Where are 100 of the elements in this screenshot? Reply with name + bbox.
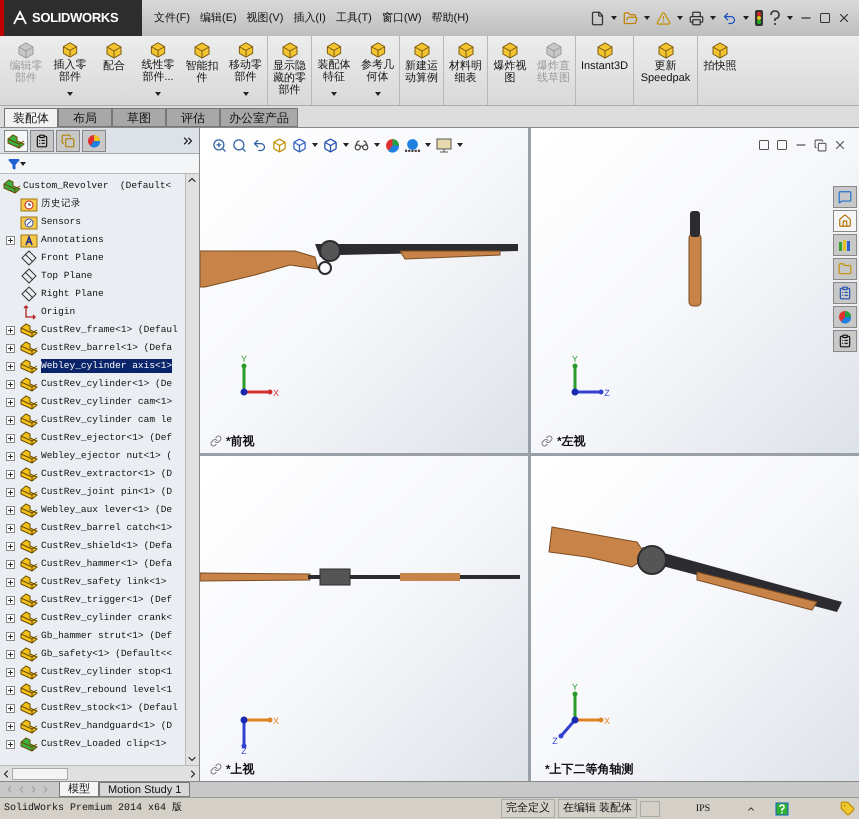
tree-item[interactable]: Right Plane (41, 286, 104, 302)
tree-item[interactable]: CustRev_handguard<1> (D (41, 718, 172, 734)
expand-box-icon[interactable] (6, 560, 14, 568)
help-icon[interactable] (775, 802, 789, 816)
tree-item[interactable]: 历史记录 (41, 196, 81, 212)
viewport[interactable]: Y X *前视 (200, 128, 528, 453)
expand-box-icon[interactable] (6, 740, 14, 748)
viewport[interactable]: Y Z *左视 (531, 128, 859, 453)
expand-box-icon[interactable] (6, 398, 14, 406)
toolbar-button[interactable]: 线性零部件... (136, 36, 180, 105)
tree-item[interactable]: CustRev_Loaded clip<1> (41, 736, 166, 752)
tree-item[interactable]: Origin (41, 304, 76, 320)
command-tab[interactable]: 评估 (166, 108, 220, 127)
expand-box-icon[interactable] (6, 578, 14, 586)
toolbar-button[interactable]: 拍快照 (698, 36, 742, 105)
search-icon[interactable] (232, 138, 247, 152)
expand-box-icon[interactable] (6, 344, 14, 352)
expand-box-icon[interactable] (6, 596, 14, 604)
toolbar-button[interactable]: Instant3D (576, 36, 634, 105)
tree-item[interactable]: CustRev_frame<1> (Defaul (41, 322, 178, 338)
tree-item[interactable]: CustRev_cylinder cam le (41, 412, 172, 428)
tree-item[interactable]: Annotations (41, 232, 104, 248)
tree-item[interactable]: Webley_ejector nut<1> ( (41, 448, 172, 464)
toolbar-button[interactable]: 配合 (92, 36, 136, 105)
tree-item[interactable]: CustRev_cylinder<1> (De (41, 376, 172, 392)
bottom-tab[interactable]: Motion Study 1 (99, 782, 190, 797)
filter-icon[interactable] (8, 158, 20, 170)
monitor-icon[interactable] (436, 138, 452, 152)
toolbar-button[interactable]: 装配体特征 (312, 36, 356, 105)
expand-box-icon[interactable] (6, 488, 14, 496)
menu-item[interactable]: 插入(I) (293, 10, 326, 26)
tree-item[interactable]: CustRev_cylinder stop<1 (41, 664, 172, 680)
color-ball-icon[interactable] (385, 138, 400, 152)
expand-box-icon[interactable] (6, 362, 14, 370)
menu-item[interactable]: 视图(V) (246, 10, 284, 26)
restore-icon[interactable] (814, 138, 827, 152)
expand-box-icon[interactable] (6, 704, 14, 712)
help-icon[interactable] (769, 10, 781, 26)
tree-item[interactable]: Sensors (41, 214, 81, 230)
expand-box-icon[interactable] (6, 722, 14, 730)
task-pane-tab[interactable] (833, 330, 857, 352)
viewport[interactable]: Y X Z *上下二等角轴测 (531, 456, 859, 781)
menu-item[interactable]: 文件(F) (154, 10, 190, 26)
tile-left-icon[interactable] (758, 139, 770, 151)
tree-item[interactable]: CustRev_hammer<1> (Defa (41, 556, 172, 572)
tree-item[interactable]: Webley_aux lever<1> (De (41, 502, 172, 518)
expand-box-icon[interactable] (6, 326, 14, 334)
zoom-icon[interactable] (212, 138, 227, 152)
toolbar-button[interactable]: 新建运动算例 (400, 36, 444, 105)
horizontal-scrollbar[interactable] (0, 765, 199, 781)
tree-item[interactable]: CustRev_rebound level<1 (41, 682, 172, 698)
appearance-tab[interactable] (82, 130, 106, 152)
tree-item[interactable]: CustRev_ejector<1> (Def (41, 430, 172, 446)
expand-box-icon[interactable] (6, 650, 14, 658)
feature-tree-tab[interactable] (4, 130, 28, 152)
toolbar-button[interactable]: 参考几何体 (356, 36, 400, 105)
expand-box-icon[interactable] (6, 452, 14, 460)
command-tab[interactable]: 办公室产品 (220, 108, 298, 127)
print-icon[interactable] (689, 10, 704, 26)
undo-icon[interactable] (722, 10, 737, 26)
toolbar-button[interactable]: 智能扣件 (180, 36, 224, 105)
tree-item[interactable]: CustRev_safety link<1> (41, 574, 166, 590)
menu-item[interactable]: 工具(T) (336, 10, 372, 26)
tile-right-icon[interactable] (776, 139, 788, 151)
expand-box-icon[interactable] (6, 542, 14, 550)
tree-item[interactable]: CustRev_trigger<1> (Def (41, 592, 172, 608)
command-tab[interactable]: 装配体 (4, 108, 58, 127)
expand-box-icon[interactable] (6, 236, 14, 244)
property-tab[interactable] (30, 130, 54, 152)
tree-item[interactable]: CustRev_stock<1> (Defaul (41, 700, 178, 716)
vertical-scrollbar[interactable] (185, 174, 199, 765)
close-icon[interactable] (833, 138, 847, 152)
toolbar-button[interactable]: 插入零部件 (48, 36, 92, 105)
tree-item[interactable]: CustRev_cylinder cam<1> (41, 394, 172, 410)
tree-item[interactable]: CustRev_cylinder crank< (41, 610, 172, 626)
expand-box-icon[interactable] (6, 614, 14, 622)
command-tab[interactable]: 草图 (112, 108, 166, 127)
previous-view-icon[interactable] (252, 138, 267, 152)
expand-box-icon[interactable] (6, 380, 14, 388)
toolbar-button[interactable]: 移动零部件 (224, 36, 268, 105)
expand-box-icon[interactable] (6, 416, 14, 424)
toolbar-button[interactable]: 爆炸视图 (488, 36, 532, 105)
tree-root[interactable]: Custom_Revolver (Default< (23, 178, 172, 194)
tree-item[interactable]: Gb_safety<1> (Default<< (41, 646, 172, 662)
expand-box-icon[interactable] (6, 506, 14, 514)
toolbar-button[interactable]: 更新 Speedpak (634, 36, 698, 105)
tree-item[interactable]: CustRev_barrel catch<1> (41, 520, 172, 536)
tree-item[interactable]: Top Plane (41, 268, 92, 284)
menu-item[interactable]: 帮助(H) (432, 10, 469, 26)
expand-box-icon[interactable] (6, 686, 14, 694)
tree-item[interactable]: Webley_cylinder axis<1> (41, 358, 172, 374)
expand-box-icon[interactable] (6, 632, 14, 640)
traffic-light-icon[interactable] (755, 10, 763, 26)
units[interactable]: IPS (663, 801, 743, 816)
command-tab[interactable]: 布局 (58, 108, 112, 127)
close-icon[interactable] (837, 11, 851, 25)
new-document-icon[interactable] (590, 10, 605, 26)
tree-item[interactable]: Gb_hammer strut<1> (Def (41, 628, 172, 644)
maximize-icon[interactable] (819, 12, 831, 24)
expand-box-icon[interactable] (6, 524, 14, 532)
